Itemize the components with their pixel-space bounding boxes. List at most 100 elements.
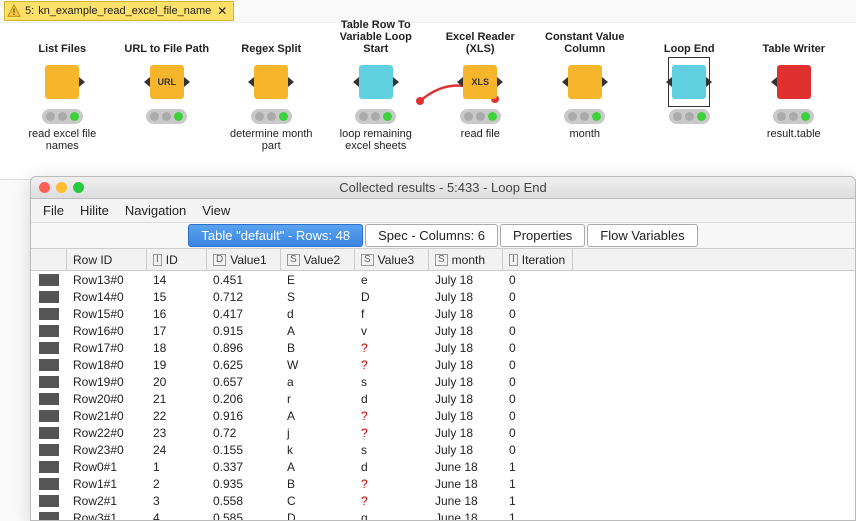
- cell-rowid: Row13#0: [67, 273, 147, 287]
- cell-month: July 18: [429, 341, 503, 355]
- menu-navigation[interactable]: Navigation: [125, 203, 186, 218]
- cell-value2: A: [281, 409, 355, 423]
- workflow-node[interactable]: URL to File PathURL: [117, 31, 217, 152]
- cell-iteration: 0: [503, 341, 573, 355]
- cell-value2: j: [281, 426, 355, 440]
- node-icon: [777, 65, 811, 99]
- close-icon[interactable]: ✕: [215, 4, 229, 18]
- view-tab[interactable]: Properties: [500, 224, 585, 247]
- table-row[interactable]: Row13#0140.451EeJuly 180: [31, 271, 855, 288]
- menu-file[interactable]: File: [43, 203, 64, 218]
- column-header[interactable]: Row ID: [67, 249, 147, 270]
- table-row[interactable]: Row17#0180.896B?July 180: [31, 339, 855, 356]
- workflow-node[interactable]: Table Row To Variable Loop Startloop rem…: [326, 31, 426, 152]
- table-row[interactable]: Row23#0240.155ksJuly 180: [31, 441, 855, 458]
- editor-tab[interactable]: 5: kn_example_read_excel_file_name ✕: [4, 1, 234, 21]
- table-row[interactable]: Row0#110.337AdJune 181: [31, 458, 855, 475]
- cell-month: July 18: [429, 307, 503, 321]
- column-header[interactable]: IIteration: [503, 249, 573, 270]
- cell-value1: 0.72: [207, 426, 281, 440]
- cell-id: 23: [147, 426, 207, 440]
- cell-month: June 18: [429, 494, 503, 508]
- cell-value1: 0.896: [207, 341, 281, 355]
- table-row[interactable]: Row18#0190.625W?July 180: [31, 356, 855, 373]
- cell-value1: 0.558: [207, 494, 281, 508]
- results-window: Collected results - 5:433 - Loop End Fil…: [30, 176, 856, 521]
- window-zoom-icon[interactable]: [73, 182, 84, 193]
- view-tab[interactable]: Table "default" - Rows: 48: [188, 224, 363, 247]
- view-tab[interactable]: Spec - Columns: 6: [365, 224, 498, 247]
- table-row[interactable]: Row14#0150.712SDJuly 180: [31, 288, 855, 305]
- cell-id: 19: [147, 358, 207, 372]
- table-row[interactable]: Row15#0160.417dfJuly 180: [31, 305, 855, 322]
- workflow-node[interactable]: List Filesread excel file names: [12, 31, 112, 152]
- node-title: Loop End: [664, 31, 715, 57]
- node-subtitle: read excel file names: [12, 128, 112, 152]
- cell-value3: ?: [355, 477, 429, 491]
- table-row[interactable]: Row21#0220.916A?July 180: [31, 407, 855, 424]
- column-header[interactable]: Smonth: [429, 249, 503, 270]
- menu-view[interactable]: View: [202, 203, 230, 218]
- column-header[interactable]: IID: [147, 249, 207, 270]
- cell-iteration: 0: [503, 324, 573, 338]
- cell-rowid: Row17#0: [67, 341, 147, 355]
- table-body[interactable]: Row13#0140.451EeJuly 180Row14#0150.712SD…: [31, 271, 855, 520]
- cell-iteration: 0: [503, 443, 573, 457]
- cell-value1: 0.916: [207, 409, 281, 423]
- node-title: URL to File Path: [124, 31, 209, 57]
- cell-value1: 0.337: [207, 460, 281, 474]
- table-row[interactable]: Row22#0230.72j?July 180: [31, 424, 855, 441]
- cell-value2: E: [281, 273, 355, 287]
- cell-value2: A: [281, 324, 355, 338]
- table-row[interactable]: Row3#140.585DqJune 181: [31, 509, 855, 520]
- table-row[interactable]: Row19#0200.657asJuly 180: [31, 373, 855, 390]
- column-header[interactable]: SValue3: [355, 249, 429, 270]
- cell-value3: v: [355, 324, 429, 338]
- cell-iteration: 0: [503, 273, 573, 287]
- workflow-node[interactable]: Loop End: [639, 31, 739, 152]
- cell-id: 20: [147, 375, 207, 389]
- node-title: Table Writer: [762, 31, 825, 57]
- cell-value3: ?: [355, 341, 429, 355]
- window-close-icon[interactable]: [39, 182, 50, 193]
- cell-rowid: Row14#0: [67, 290, 147, 304]
- cell-value3: f: [355, 307, 429, 321]
- menu-hilite[interactable]: Hilite: [80, 203, 109, 218]
- table-row[interactable]: Row2#130.558C?June 181: [31, 492, 855, 509]
- node-icon: [568, 65, 602, 99]
- workflow-node[interactable]: Regex Splitdetermine month part: [221, 31, 321, 152]
- cell-value3: q: [355, 511, 429, 521]
- cell-value1: 0.585: [207, 511, 281, 521]
- cell-id: 24: [147, 443, 207, 457]
- node-status-lights: [564, 109, 605, 124]
- workflow-canvas[interactable]: List Filesread excel file namesURL to Fi…: [0, 22, 856, 180]
- workflow-node[interactable]: Excel Reader (XLS)XLSread file: [430, 31, 530, 152]
- row-marker: [31, 359, 67, 371]
- cell-rowid: Row2#1: [67, 494, 147, 508]
- window-minimize-icon[interactable]: [56, 182, 67, 193]
- table-row[interactable]: Row20#0210.206rdJuly 180: [31, 390, 855, 407]
- node-status-lights: [42, 109, 83, 124]
- workflow-node[interactable]: Constant Value Columnmonth: [535, 31, 635, 152]
- workflow-node[interactable]: Table Writerresult.table: [744, 31, 844, 152]
- cell-id: 18: [147, 341, 207, 355]
- row-marker: [31, 427, 67, 439]
- column-header[interactable]: DValue1: [207, 249, 281, 270]
- node-icon: [359, 65, 393, 99]
- table-row[interactable]: Row16#0170.915AvJuly 180: [31, 322, 855, 339]
- window-titlebar[interactable]: Collected results - 5:433 - Loop End: [31, 177, 855, 199]
- cell-value3: ?: [355, 426, 429, 440]
- node-status-lights: [355, 109, 396, 124]
- row-marker: [31, 461, 67, 473]
- table-row[interactable]: Row1#120.935B?June 181: [31, 475, 855, 492]
- cell-id: 15: [147, 290, 207, 304]
- node-status-lights: [460, 109, 501, 124]
- cell-value1: 0.625: [207, 358, 281, 372]
- cell-value1: 0.935: [207, 477, 281, 491]
- cell-iteration: 0: [503, 409, 573, 423]
- cell-rowid: Row15#0: [67, 307, 147, 321]
- cell-month: July 18: [429, 324, 503, 338]
- column-header[interactable]: SValue2: [281, 249, 355, 270]
- cell-rowid: Row22#0: [67, 426, 147, 440]
- view-tab[interactable]: Flow Variables: [587, 224, 697, 247]
